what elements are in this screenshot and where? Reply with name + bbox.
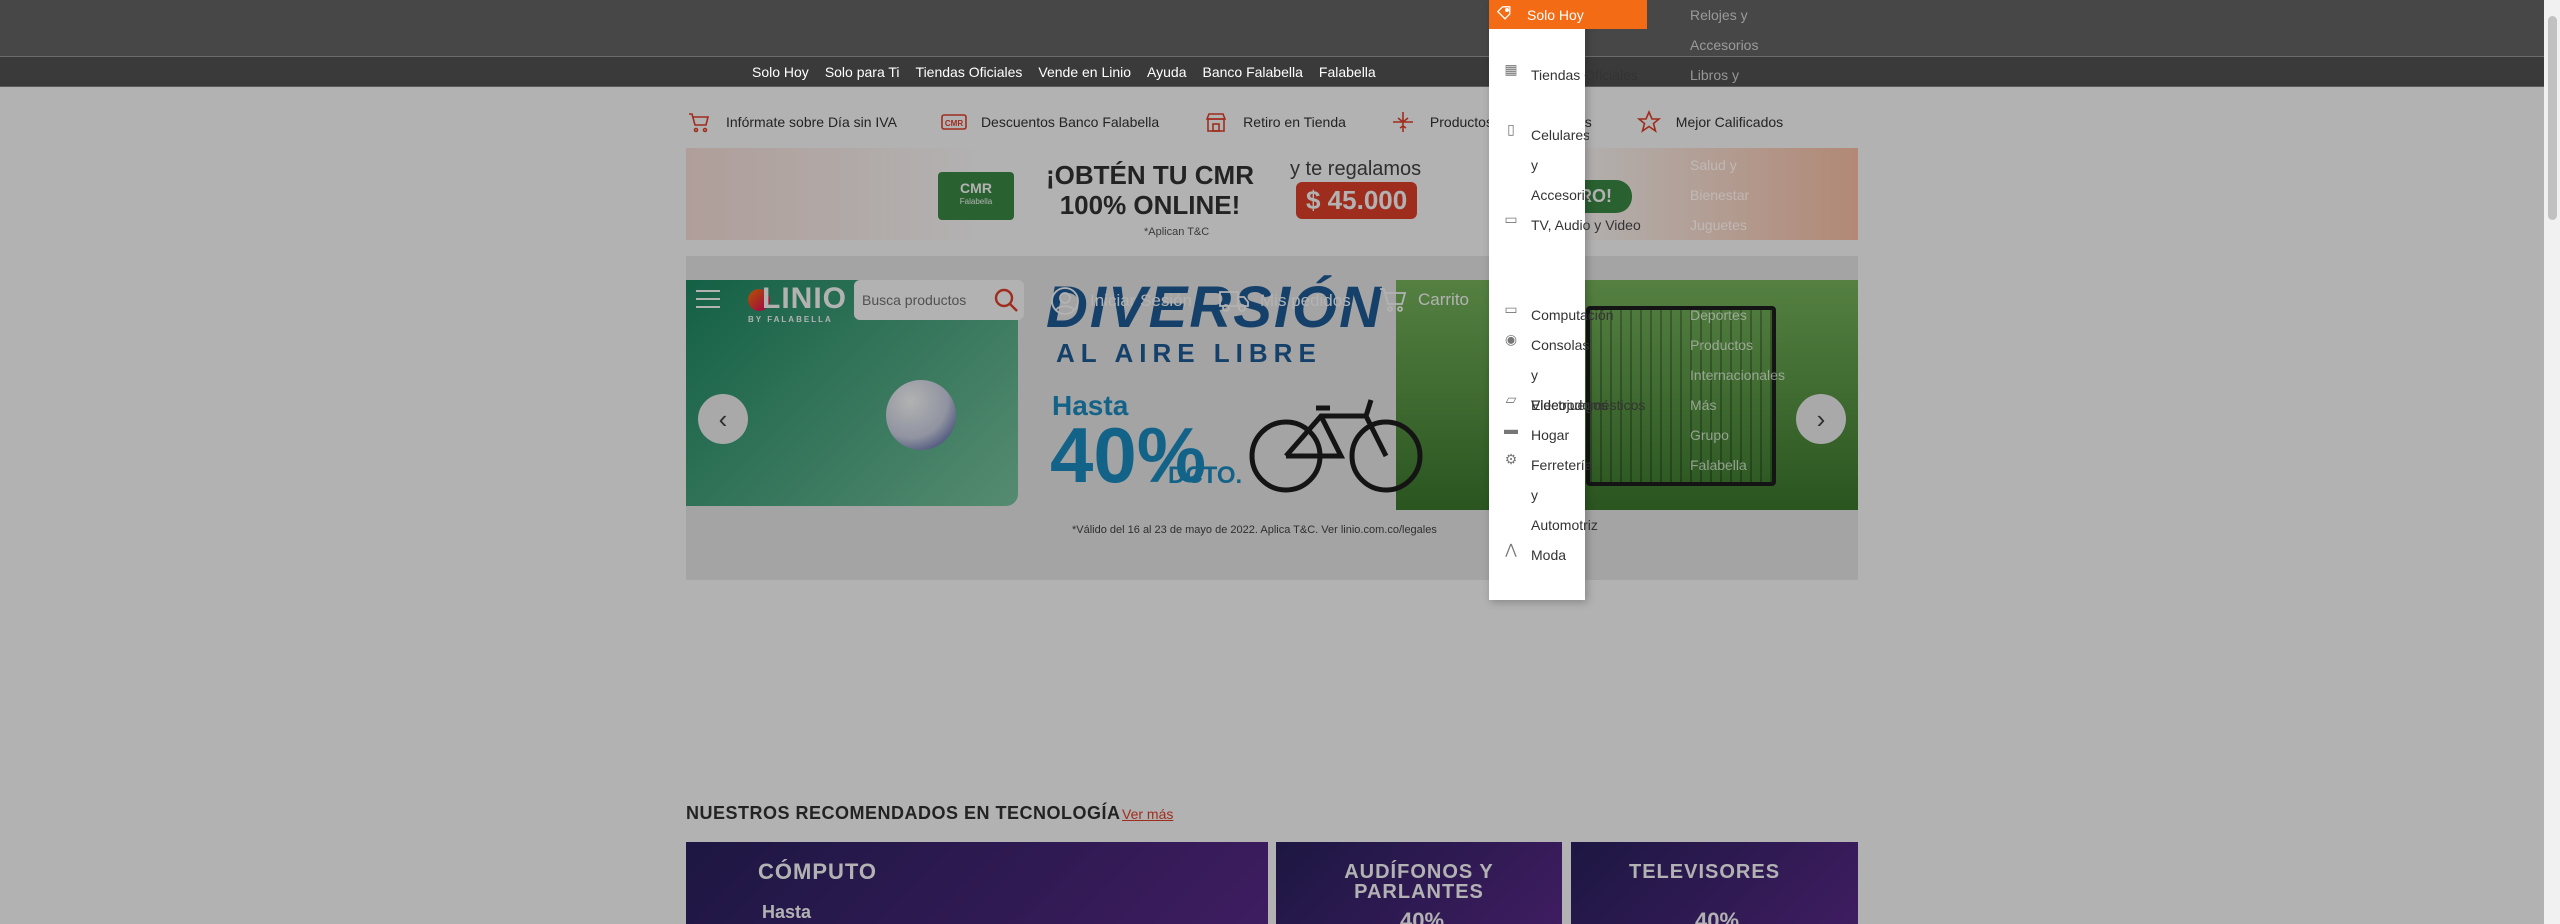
menu-item-label: Hogar — [1531, 427, 1570, 443]
top-link-falabella[interactable]: Falabella — [1319, 64, 1376, 80]
menu-col2-item[interactable]: Accesorios — [1690, 30, 1758, 60]
hanger-icon: ⋀ — [1505, 541, 1517, 557]
top-strip — [0, 0, 2544, 56]
top-link-vende-en-linio[interactable]: Vende en Linio — [1038, 64, 1131, 80]
page-scrollbar[interactable] — [2544, 0, 2560, 924]
menu-item-label: Ferretería y Automotriz — [1531, 457, 1598, 533]
menu-col2-item[interactable]: Productos — [1690, 330, 1753, 360]
top-link-solo-para-ti[interactable]: Solo para Ti — [825, 64, 900, 80]
menu-col2-item[interactable]: Relojes y — [1690, 0, 1748, 30]
menu-item-solo-hoy[interactable]: Solo Hoy — [1489, 0, 1647, 29]
menu-col2-item[interactable]: Libros y — [1690, 60, 1739, 90]
menu-backdrop[interactable] — [0, 87, 2544, 924]
gear-icon: ⚙ — [1504, 451, 1518, 467]
phone-icon: ▯ — [1507, 121, 1515, 137]
menu-col2-item[interactable]: Falabella — [1690, 450, 1747, 480]
page: Solo Hoy Solo para Ti Tiendas Oficiales … — [0, 0, 2560, 924]
menu-item-label: Computación — [1531, 307, 1614, 323]
menu-item-label: Tiendas Oficiales — [1531, 67, 1638, 83]
store-icon: ▦ — [1504, 61, 1518, 77]
menu-col2-item[interactable]: Juguetes — [1690, 210, 1747, 240]
top-link-solo-hoy[interactable]: Solo Hoy — [752, 64, 809, 80]
menu-col2-item[interactable]: Salud y — [1690, 150, 1737, 180]
menu-col2-item[interactable]: Deportes — [1690, 300, 1747, 330]
gamepad-icon: ◉ — [1504, 331, 1518, 347]
appliance-icon: ▱ — [1505, 391, 1517, 407]
tag-icon — [1496, 6, 1527, 23]
top-link-tiendas-oficiales[interactable]: Tiendas Oficiales — [916, 64, 1023, 80]
menu-col2-item[interactable]: Bienestar — [1690, 180, 1749, 210]
top-link-banco-falabella[interactable]: Banco Falabella — [1202, 64, 1302, 80]
scrollbar-thumb[interactable] — [2548, 16, 2557, 220]
menu-col2-item[interactable]: Más — [1690, 390, 1716, 420]
menu-item-label: Solo Hoy — [1527, 6, 1584, 23]
menu-item-label: Electrodomésticos — [1531, 397, 1646, 413]
menu-item-label: TV, Audio y Video — [1531, 217, 1641, 233]
menu-col2-item[interactable]: Internacionales — [1690, 360, 1785, 390]
top-nav-links: Solo Hoy Solo para Ti Tiendas Oficiales … — [752, 64, 1376, 80]
menu-item-label: Moda — [1531, 547, 1567, 563]
menu-col2-item[interactable]: Grupo — [1690, 420, 1729, 450]
menu-item-label: Celulares y Accesorios — [1531, 127, 1589, 203]
tv-icon: ▭ — [1504, 211, 1518, 227]
sofa-icon: ▬ — [1504, 421, 1518, 437]
top-link-ayuda[interactable]: Ayuda — [1147, 64, 1186, 80]
laptop-icon: ▭ — [1504, 301, 1518, 317]
